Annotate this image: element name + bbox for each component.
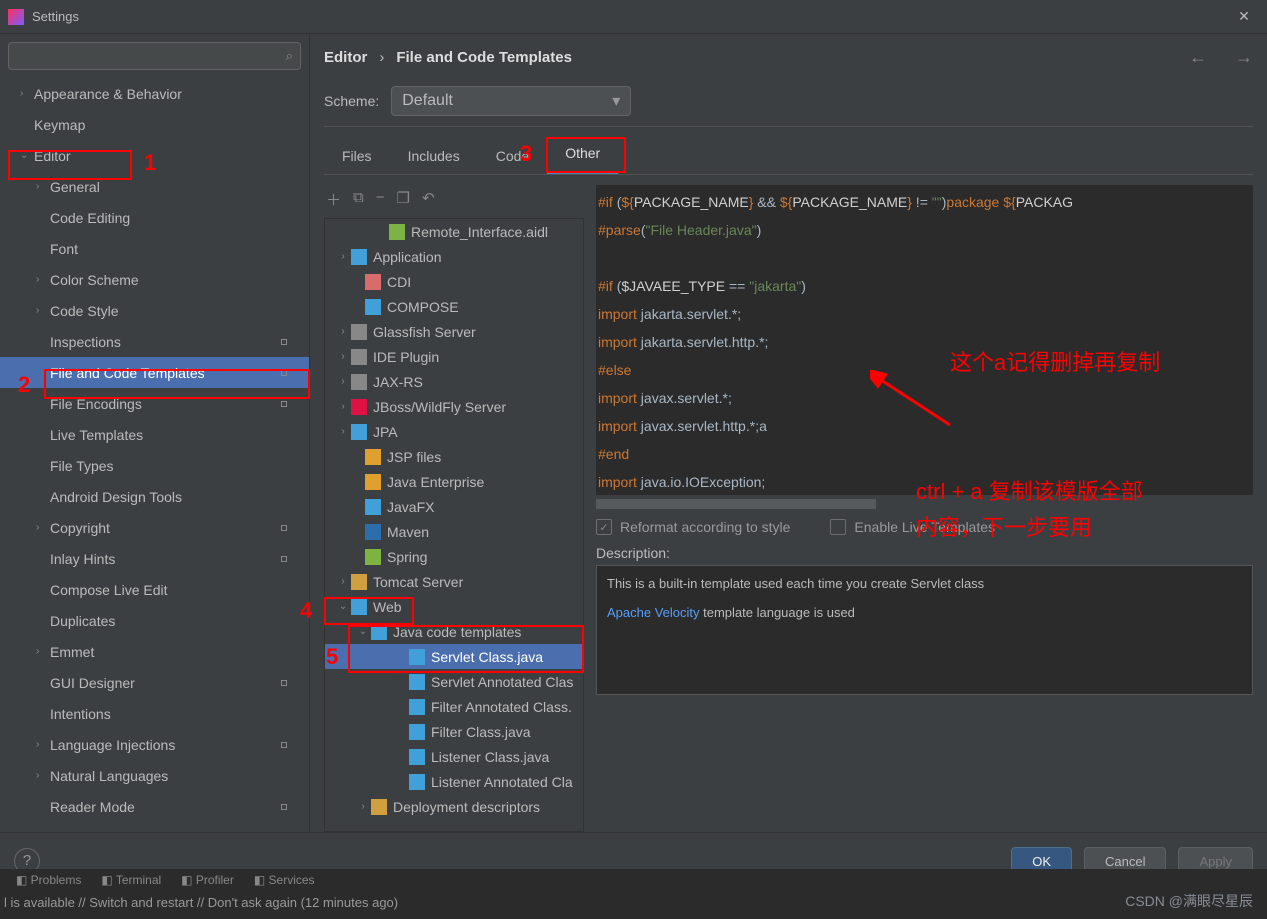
- template-tree[interactable]: Remote_Interface.aidl›ApplicationCDICOMP…: [324, 218, 584, 832]
- tree-item[interactable]: ›Copyright: [0, 512, 309, 543]
- description-label: Description:: [596, 545, 1253, 561]
- tree-item[interactable]: Compose Live Edit: [0, 574, 309, 605]
- tpl-item[interactable]: Maven: [325, 519, 583, 544]
- description-box: This is a built-in template used each ti…: [596, 565, 1253, 695]
- tree-item[interactable]: Live Templates: [0, 419, 309, 450]
- tab-other[interactable]: Other: [547, 135, 618, 174]
- tpl-item[interactable]: CDI: [325, 269, 583, 294]
- search-input[interactable]: [8, 42, 301, 70]
- tree-item[interactable]: Keymap: [0, 109, 309, 140]
- tree-item[interactable]: ›Appearance & Behavior: [0, 78, 309, 109]
- undo-icon[interactable]: ↶: [422, 189, 435, 210]
- tree-item[interactable]: ⌄Editor: [0, 140, 309, 171]
- tab-files[interactable]: Files: [324, 138, 390, 174]
- tpl-item[interactable]: Remote_Interface.aidl: [325, 219, 583, 244]
- tpl-item[interactable]: ›IDE Plugin: [325, 344, 583, 369]
- livetpl-label: Enable Live Templates: [854, 519, 995, 535]
- tpl-item[interactable]: Spring: [325, 544, 583, 569]
- tabs: FilesIncludesCodeOther: [324, 131, 1253, 175]
- add-icon[interactable]: ＋: [326, 189, 341, 210]
- tree-item[interactable]: GUI Designer: [0, 667, 309, 698]
- scrollbar[interactable]: [596, 499, 876, 509]
- breadcrumb-sep: ›: [379, 49, 384, 66]
- tab-code[interactable]: Code: [478, 138, 547, 174]
- velocity-link[interactable]: Apache Velocity: [607, 605, 700, 620]
- tpl-item[interactable]: ›Application: [325, 244, 583, 269]
- tpl-item[interactable]: Filter Annotated Class.: [325, 694, 583, 719]
- code-editor[interactable]: #if (${PACKAGE_NAME} && ${PACKAGE_NAME} …: [596, 185, 1253, 495]
- tpl-item[interactable]: JSP files: [325, 444, 583, 469]
- tree-item[interactable]: Android Design Tools: [0, 481, 309, 512]
- tpl-item[interactable]: Servlet Annotated Clas: [325, 669, 583, 694]
- tree-item[interactable]: File and Code Templates: [0, 357, 309, 388]
- tree-item[interactable]: Font: [0, 233, 309, 264]
- copy-icon[interactable]: ⧉: [353, 189, 364, 210]
- reformat-label: Reformat according to style: [620, 519, 790, 535]
- tool-problems[interactable]: ◧ Problems: [16, 873, 81, 887]
- tpl-item[interactable]: COMPOSE: [325, 294, 583, 319]
- tree-item[interactable]: Inlay Hints: [0, 543, 309, 574]
- tpl-item[interactable]: Listener Annotated Cla: [325, 769, 583, 794]
- tpl-item[interactable]: ⌄Web: [325, 594, 583, 619]
- status-message: l is available // Switch and restart // …: [0, 891, 1267, 914]
- tool-services[interactable]: ◧ Services: [254, 873, 315, 887]
- window-title: Settings: [32, 9, 1229, 24]
- livetpl-checkbox[interactable]: [830, 519, 846, 535]
- tree-item[interactable]: ›Language Injections: [0, 729, 309, 760]
- tpl-item[interactable]: Filter Class.java: [325, 719, 583, 744]
- tpl-item[interactable]: JavaFX: [325, 494, 583, 519]
- tree-item[interactable]: ›Color Scheme: [0, 264, 309, 295]
- close-icon[interactable]: ✕: [1229, 8, 1259, 25]
- scheme-label: Scheme:: [324, 93, 379, 109]
- search-icon: ⌕: [286, 48, 293, 64]
- nav-fwd-icon[interactable]: →: [1235, 47, 1253, 68]
- tree-item[interactable]: File Types: [0, 450, 309, 481]
- tpl-item[interactable]: ›Glassfish Server: [325, 319, 583, 344]
- tree-item[interactable]: Intentions: [0, 698, 309, 729]
- tree-item[interactable]: Inspections: [0, 326, 309, 357]
- tool-terminal[interactable]: ◧ Terminal: [101, 873, 161, 887]
- breadcrumb-a: Editor: [324, 49, 367, 66]
- tpl-item[interactable]: ›JPA: [325, 419, 583, 444]
- tpl-item[interactable]: ›JAX-RS: [325, 369, 583, 394]
- tpl-item[interactable]: ›Tomcat Server: [325, 569, 583, 594]
- tree-item[interactable]: ›General: [0, 171, 309, 202]
- tab-includes[interactable]: Includes: [390, 138, 478, 174]
- tree-item[interactable]: ›Emmet: [0, 636, 309, 667]
- duplicate-icon[interactable]: ❐: [397, 189, 410, 210]
- tree-item[interactable]: Reader Mode: [0, 791, 309, 822]
- nav-back-icon[interactable]: ←: [1189, 47, 1207, 68]
- remove-icon[interactable]: −: [376, 189, 385, 210]
- tpl-item[interactable]: Listener Class.java: [325, 744, 583, 769]
- tree-item[interactable]: ›Code Style: [0, 295, 309, 326]
- tool-profiler[interactable]: ◧ Profiler: [181, 873, 234, 887]
- settings-tree[interactable]: ›Appearance & BehaviorKeymap⌄Editor›Gene…: [0, 78, 309, 832]
- tpl-item[interactable]: Servlet Class.java: [325, 644, 583, 669]
- tree-item[interactable]: ›Natural Languages: [0, 760, 309, 791]
- tree-item[interactable]: Code Editing: [0, 202, 309, 233]
- scheme-select[interactable]: Default: [391, 86, 631, 116]
- tree-item[interactable]: Duplicates: [0, 605, 309, 636]
- app-logo-icon: [8, 9, 24, 25]
- tpl-item[interactable]: ›Deployment descriptors: [325, 794, 583, 819]
- tpl-item[interactable]: ⌄Java code templates: [325, 619, 583, 644]
- tree-item[interactable]: File Encodings: [0, 388, 309, 419]
- reformat-checkbox[interactable]: ✓: [596, 519, 612, 535]
- watermark: CSDN @满眼尽星辰: [1125, 891, 1253, 911]
- tpl-item[interactable]: Java Enterprise: [325, 469, 583, 494]
- tpl-item[interactable]: ›JBoss/WildFly Server: [325, 394, 583, 419]
- breadcrumb-b: File and Code Templates: [396, 49, 572, 66]
